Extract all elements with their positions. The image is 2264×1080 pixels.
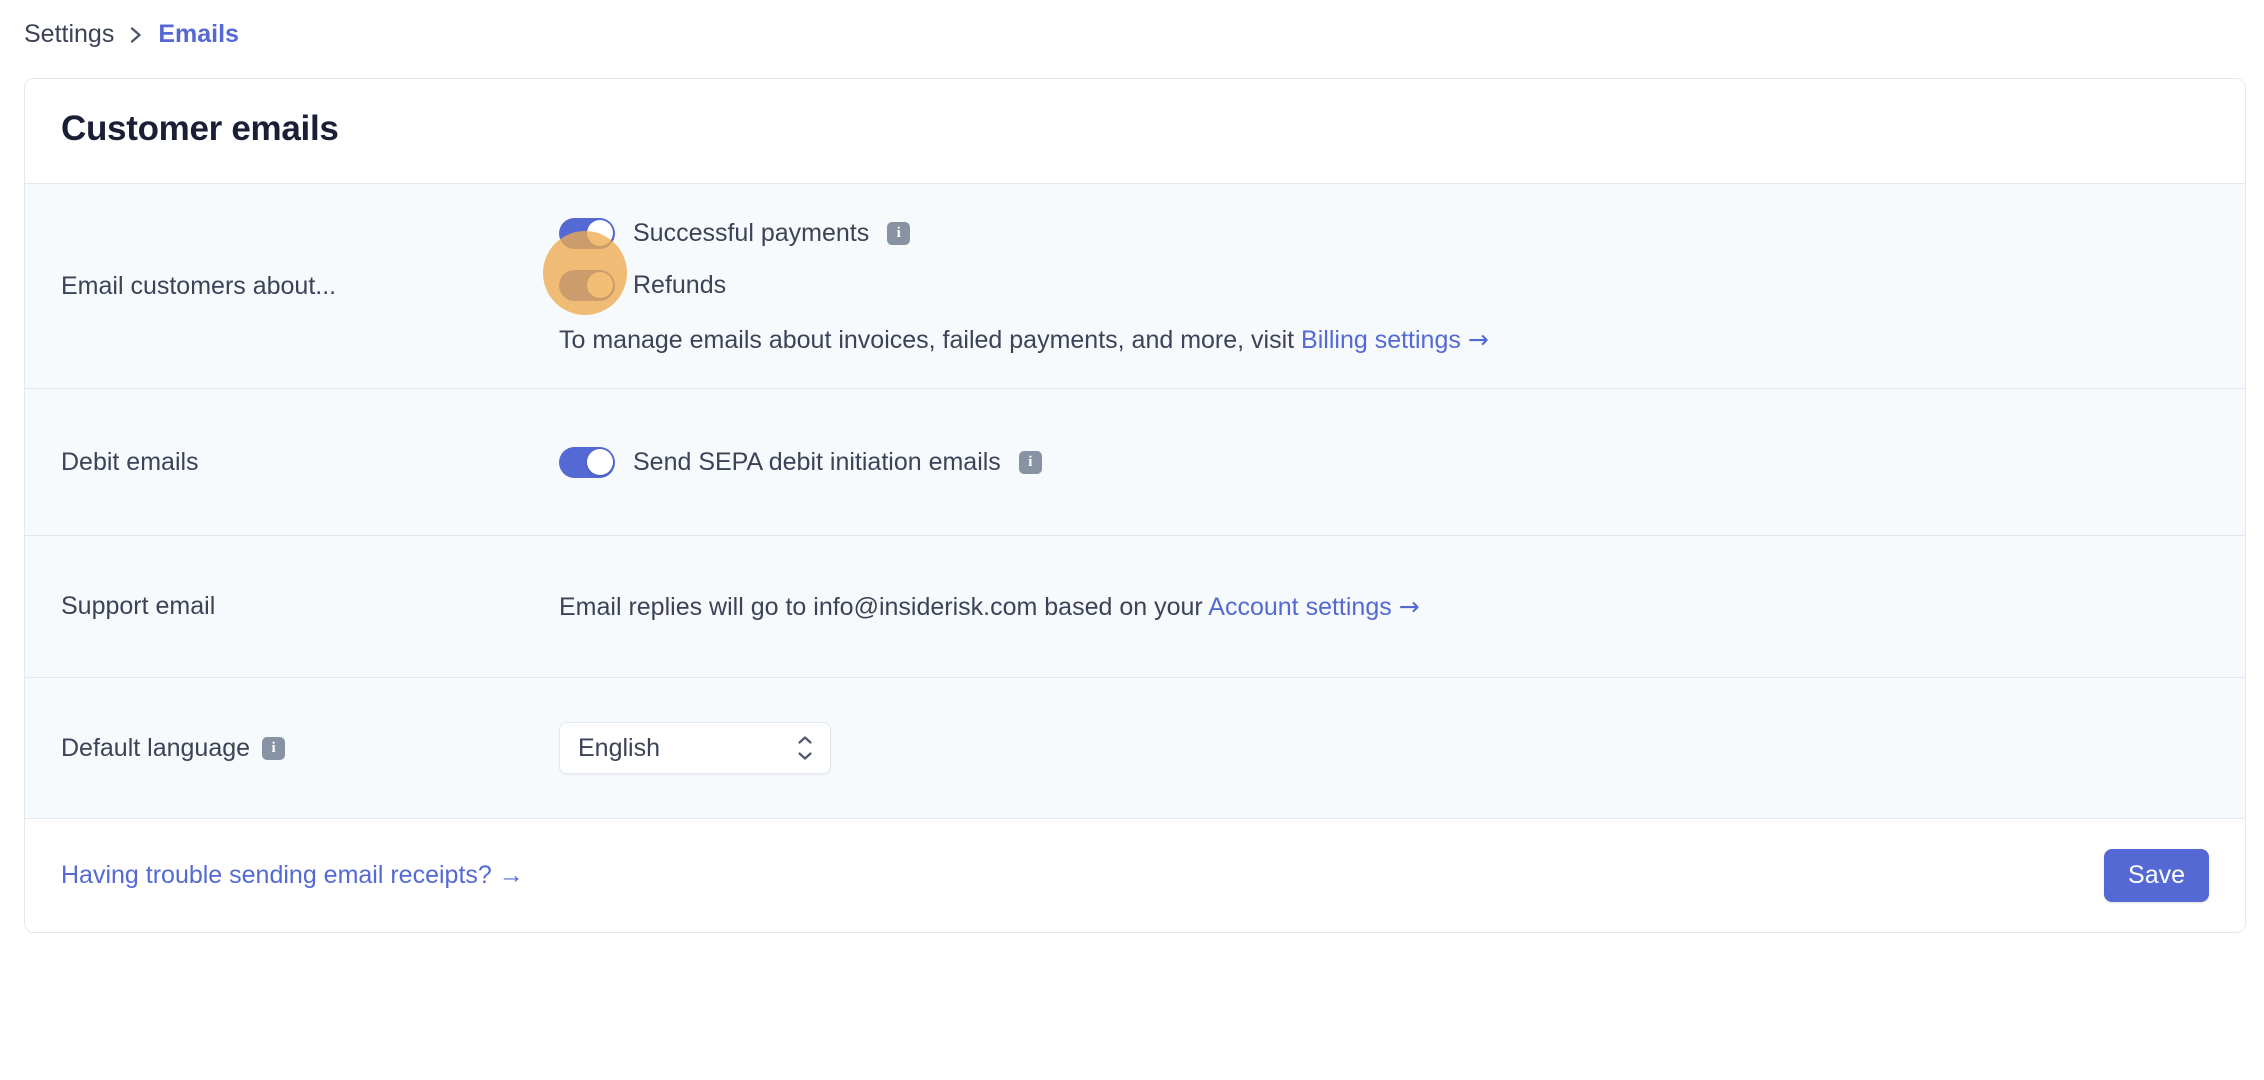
helper-text-prefix: To manage emails about invoices, failed … <box>559 325 1302 354</box>
card-footer: Having trouble sending email receipts? →… <box>25 818 2245 932</box>
row-content-email-customers-about: Successful payments i Refunds To manage … <box>559 217 2209 355</box>
chevron-up-down-icon <box>796 736 814 761</box>
billing-settings-helper-text: To manage emails about invoices, failed … <box>559 325 2209 355</box>
support-email-text-middle: based on your <box>1037 592 1209 621</box>
row-label-text: Default language <box>61 733 251 762</box>
settings-emails-page: Settings Emails Customer emails Email cu… <box>0 0 2264 1080</box>
toggle-row-successful-payments: Successful payments i <box>559 217 2209 249</box>
support-email-address: info@insiderisk.com <box>813 592 1038 621</box>
breadcrumb: Settings Emails <box>24 22 239 47</box>
info-icon[interactable]: i <box>887 221 911 245</box>
row-support-email: Support email Email replies will go to i… <box>25 535 2245 677</box>
info-icon[interactable]: i <box>1018 450 1042 474</box>
toggle-row-sepa-debit: Send SEPA debit initiation emails i <box>559 446 2209 478</box>
arrow-right-icon: → <box>1467 324 1489 354</box>
email-receipts-help-link[interactable]: Having trouble sending email receipts? → <box>61 861 524 890</box>
row-debit-emails: Debit emails Send SEPA debit initiation … <box>25 388 2245 535</box>
row-label-email-customers-about: Email customers about... <box>61 272 559 301</box>
default-language-select-value: English <box>578 733 660 762</box>
row-default-language: Default language i English <box>25 677 2245 818</box>
billing-settings-link-label: Billing settings <box>1301 325 1461 354</box>
toggle-label-successful-payments: Successful payments <box>633 218 870 247</box>
row-email-customers-about: Email customers about... Successful paym… <box>25 183 2245 388</box>
arrow-right-icon: → <box>1398 591 1420 621</box>
row-content-debit-emails: Send SEPA debit initiation emails i <box>559 446 2209 478</box>
row-content-support-email: Email replies will go to info@insiderisk… <box>559 592 2209 622</box>
toggle-label-refunds: Refunds <box>633 270 727 299</box>
default-language-select[interactable]: English <box>559 722 831 774</box>
breadcrumb-item-settings[interactable]: Settings <box>24 22 114 47</box>
toggle-knob <box>586 220 613 246</box>
row-label-text: Debit emails <box>61 447 199 476</box>
toggle-row-refunds: Refunds <box>559 269 2209 301</box>
customer-emails-card: Customer emails Email customers about...… <box>24 78 2246 933</box>
toggle-sepa-debit-initiation-emails[interactable] <box>559 446 615 478</box>
support-email-text-prefix: Email replies will go to <box>559 592 814 621</box>
card-header: Customer emails <box>25 79 2245 183</box>
row-label-support-email: Support email <box>61 592 559 621</box>
row-label-default-language: Default language i <box>61 734 559 763</box>
row-content-default-language: English <box>559 722 2209 774</box>
page-title: Customer emails <box>61 109 339 148</box>
toggle-label-sepa-debit-initiation-emails: Send SEPA debit initiation emails <box>633 447 1001 476</box>
row-label-text: Email customers about... <box>61 271 337 300</box>
toggle-knob <box>586 272 613 298</box>
row-label-text: Support email <box>61 592 216 620</box>
row-label-debit-emails: Debit emails <box>61 448 559 477</box>
account-settings-link-label: Account settings <box>1208 592 1392 621</box>
billing-settings-link[interactable]: Billing settings → <box>1301 324 1489 354</box>
email-receipts-help-link-label: Having trouble sending email receipts? <box>61 861 492 889</box>
save-button[interactable]: Save <box>2104 849 2209 902</box>
arrow-right-icon: → <box>498 861 524 889</box>
account-settings-link[interactable]: Account settings → <box>1208 591 1420 621</box>
breadcrumb-item-emails[interactable]: Emails <box>158 22 239 47</box>
chevron-right-icon <box>128 23 144 47</box>
info-icon[interactable]: i <box>262 736 286 760</box>
toggle-refunds[interactable] <box>559 269 615 301</box>
toggle-knob <box>586 449 613 475</box>
toggle-successful-payments[interactable] <box>559 217 615 249</box>
